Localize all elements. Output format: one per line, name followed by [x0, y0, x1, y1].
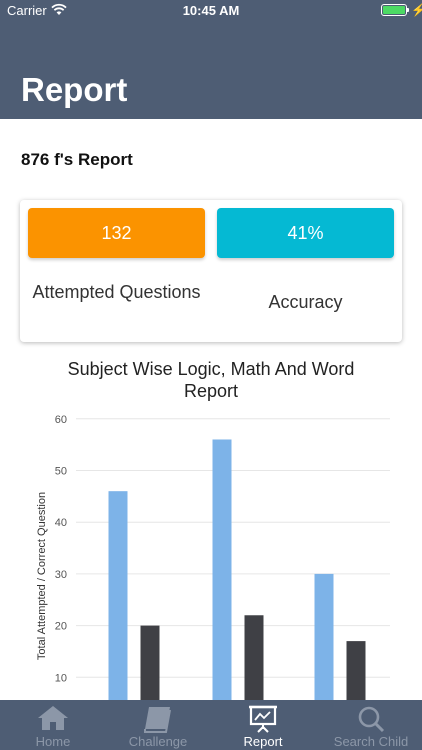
bar-series-2 [244, 615, 264, 700]
y-tick-label: 40 [55, 517, 67, 529]
header: Carrier 10:45 AM ⚡ Report [0, 0, 422, 119]
page-title: Report [21, 71, 128, 108]
tab-bar: Home Challenge Report Search Child [0, 700, 422, 750]
home-icon [38, 706, 68, 730]
bar-series-1 [314, 573, 334, 700]
accuracy-label: Accuracy [268, 292, 343, 312]
tab-search-child[interactable]: Search Child [326, 700, 416, 750]
attempted-label: Attempted Questions [32, 282, 201, 302]
y-axis-label: Total Attempted / Correct Question [36, 492, 48, 660]
status-bar: Carrier 10:45 AM ⚡ [0, 0, 422, 22]
status-time: 10:45 AM [182, 3, 240, 18]
y-tick-label: 10 [55, 672, 67, 684]
charging-icon: ⚡ [411, 3, 422, 17]
tab-report[interactable]: Report [223, 700, 303, 750]
attempted-count-box[interactable]: 132 [28, 208, 205, 258]
tab-home-label: Home [35, 734, 71, 749]
stats-card: 132 41% Attempted Questions Accuracy [20, 200, 402, 342]
y-tick-label: 30 [55, 569, 67, 581]
battery-icon [381, 4, 407, 16]
accuracy-box[interactable]: 41% [217, 208, 394, 258]
report-chart-icon [249, 705, 277, 733]
bar-chart: 10 20 30 40 50 60 Total Attempted / Correct Qu… [36, 414, 390, 700]
tab-home[interactable]: Home [13, 700, 93, 750]
tab-challenge-label: Challenge [128, 734, 188, 749]
report-heading: 876 f's Report [21, 150, 133, 169]
battery-cap [407, 8, 409, 12]
y-tick-label: 20 [55, 621, 67, 633]
bar-series-1 [212, 439, 232, 700]
chart-title: Subject Wise Logic, Math And Word Report [67, 359, 355, 401]
tab-challenge[interactable]: Challenge [117, 700, 199, 750]
tab-report-label: Report [243, 734, 283, 749]
bar-series-1 [108, 491, 128, 700]
y-tick-label: 60 [55, 414, 67, 426]
tab-search-child-label: Search Child [333, 734, 409, 749]
book-icon [144, 707, 171, 733]
bar-series-2 [346, 641, 366, 700]
bar-series-2 [140, 625, 160, 700]
y-tick-label: 50 [55, 466, 67, 478]
search-icon [358, 706, 385, 733]
